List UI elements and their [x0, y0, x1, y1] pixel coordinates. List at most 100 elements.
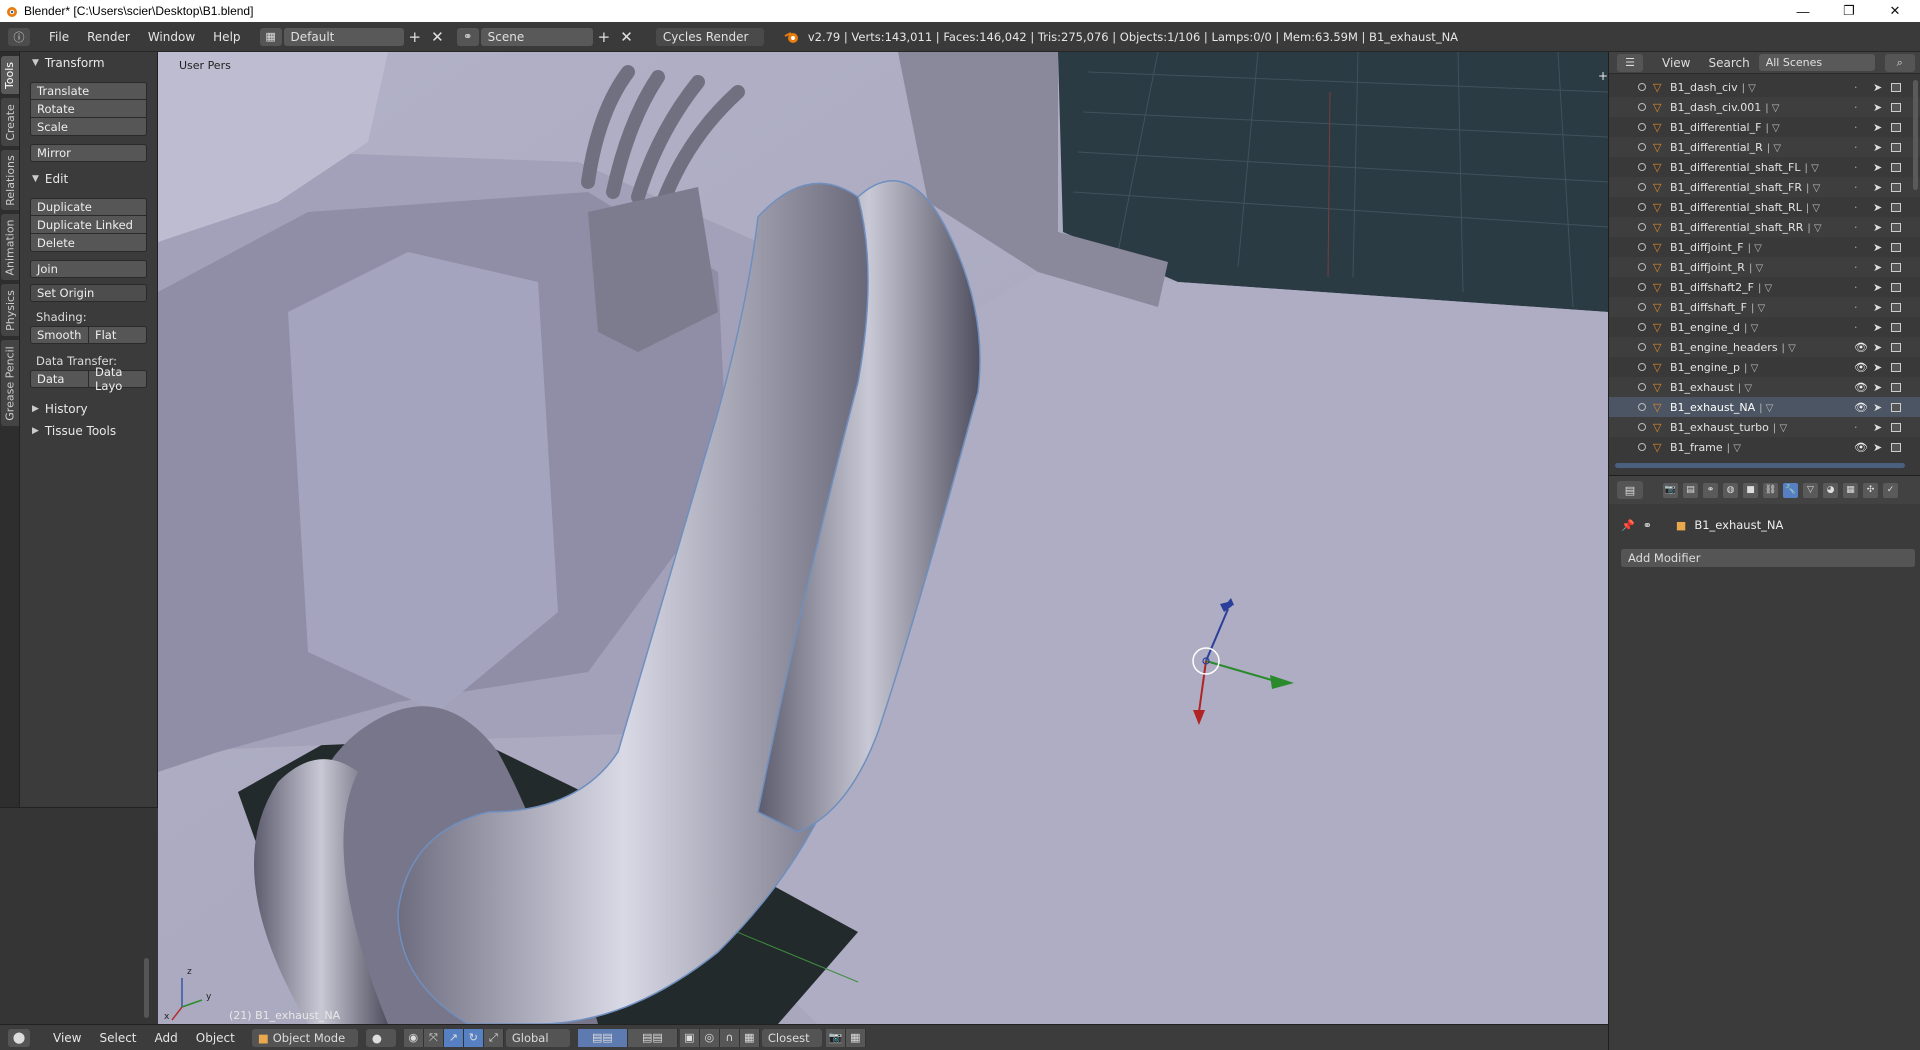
smooth-shading-button[interactable]: Smooth	[30, 326, 89, 344]
outliner-horizontal-scrollbar[interactable]	[1615, 463, 1905, 468]
translate-manipulator-icon[interactable]: ↗	[443, 1028, 464, 1047]
pivot-point-icon[interactable]: ◉	[403, 1028, 424, 1047]
renderability-icon[interactable]	[1891, 302, 1901, 312]
selectability-icon[interactable]: ➤	[1873, 401, 1882, 414]
join-button[interactable]: Join	[30, 260, 147, 278]
selectability-icon[interactable]: ➤	[1873, 381, 1882, 394]
selectability-icon[interactable]: ➤	[1873, 121, 1882, 134]
render-engine-select[interactable]: Cycles Render	[655, 27, 764, 46]
renderability-icon[interactable]	[1891, 122, 1901, 132]
menu-render[interactable]: Render	[78, 30, 139, 44]
visibility-icon[interactable]: ·	[1854, 261, 1858, 274]
selectability-icon[interactable]: ➤	[1873, 341, 1882, 354]
selectability-icon[interactable]: ➤	[1873, 421, 1882, 434]
outliner-row[interactable]: ▽ B1_frame | ▽ 👁 ➤	[1609, 437, 1920, 457]
manipulator-toggle-icon[interactable]: ⤧	[423, 1028, 444, 1047]
constraints-tab-icon[interactable]: ⛓	[1763, 482, 1778, 498]
render-opengl-icon[interactable]: 📷	[825, 1028, 846, 1047]
visibility-icon[interactable]: ·	[1854, 161, 1858, 174]
rotate-manipulator-icon[interactable]: ↻	[463, 1028, 484, 1047]
renderability-icon[interactable]	[1891, 402, 1901, 412]
eye-icon[interactable]: 👁	[1854, 381, 1868, 394]
scene-field[interactable]: Scene	[480, 27, 593, 46]
delete-screen-button[interactable]: ✕	[426, 28, 449, 46]
outliner-row[interactable]: ▽ B1_differential_F | ▽ · ➤	[1609, 117, 1920, 137]
renderability-icon[interactable]	[1891, 242, 1901, 252]
renderability-icon[interactable]	[1891, 82, 1901, 92]
scale-button[interactable]: Scale	[30, 118, 147, 136]
delete-button[interactable]: Delete	[30, 234, 147, 252]
renderability-icon[interactable]	[1891, 322, 1901, 332]
visibility-icon[interactable]: ·	[1854, 141, 1858, 154]
snap-element-icon[interactable]: ▦	[739, 1028, 760, 1047]
screen-layout-icon[interactable]: ▦	[259, 27, 282, 46]
viewport-expand-icon[interactable]: +	[1598, 69, 1608, 83]
data-layout-button[interactable]: Data Layo	[89, 365, 147, 393]
flat-shading-button[interactable]: Flat	[89, 326, 147, 344]
render-animation-icon[interactable]: ▦	[845, 1028, 866, 1047]
selectability-icon[interactable]: ➤	[1873, 101, 1882, 114]
selectability-icon[interactable]: ➤	[1873, 141, 1882, 154]
render-layers-tab-icon[interactable]: ▤	[1683, 482, 1698, 498]
outliner-row[interactable]: ▽ B1_differential_R | ▽ · ➤	[1609, 137, 1920, 157]
selectability-icon[interactable]: ➤	[1873, 261, 1882, 274]
scene-tab-icon[interactable]: ⚭	[1703, 482, 1718, 498]
edit-panel-header[interactable]: ▼ Edit	[20, 168, 157, 190]
selectability-icon[interactable]: ➤	[1873, 361, 1882, 374]
visibility-icon[interactable]: ·	[1854, 301, 1858, 314]
editor-type-icon[interactable]: ⬤	[8, 1028, 30, 1047]
renderability-icon[interactable]	[1891, 202, 1901, 212]
outliner-row[interactable]: ▽ B1_differential_shaft_FL | ▽ · ➤	[1609, 157, 1920, 177]
layers-group-2-icon[interactable]: ▤▤	[627, 1028, 678, 1047]
history-panel-header[interactable]: ▶ History	[20, 398, 157, 420]
outliner-row[interactable]: ▽ B1_differential_shaft_RR | ▽ · ➤	[1609, 217, 1920, 237]
renderability-icon[interactable]	[1891, 282, 1901, 292]
visibility-icon[interactable]: ·	[1854, 321, 1858, 334]
screen-layout-field[interactable]: Default	[283, 27, 404, 46]
outliner-vertical-scrollbar[interactable]	[1913, 80, 1918, 190]
delete-scene-button[interactable]: ✕	[615, 28, 638, 46]
outliner-row[interactable]: ▽ B1_engine_p | ▽ 👁 ➤	[1609, 357, 1920, 377]
selectability-icon[interactable]: ➤	[1873, 181, 1882, 194]
renderability-icon[interactable]	[1891, 382, 1901, 392]
selectability-icon[interactable]: ➤	[1873, 441, 1882, 454]
render-tab-icon[interactable]: 📷	[1663, 482, 1678, 498]
texture-tab-icon[interactable]: ▦	[1843, 482, 1858, 498]
selectability-icon[interactable]: ➤	[1873, 81, 1882, 94]
outliner-row[interactable]: ▽ B1_diffshaft_F | ▽ · ➤	[1609, 297, 1920, 317]
menu-object[interactable]: Object	[187, 1031, 244, 1045]
world-tab-icon[interactable]: ◍	[1723, 482, 1738, 498]
outliner-row[interactable]: ▽ B1_differential_shaft_RL | ▽ · ➤	[1609, 197, 1920, 217]
info-editor-type-icon[interactable]: ⓘ	[8, 27, 30, 46]
tab-grease-pencil[interactable]: Grease Pencil	[1, 340, 19, 426]
3d-viewport[interactable]: + User Pers (21) B1_exhaust_NA z y x	[158, 52, 1608, 1024]
outliner-editor-icon[interactable]: ☰	[1617, 53, 1643, 72]
outliner-row[interactable]: ▽ B1_diffshaft2_F | ▽ · ➤	[1609, 277, 1920, 297]
close-window-button[interactable]: ✕	[1872, 0, 1918, 22]
orientation-select[interactable]: Global	[505, 1028, 570, 1047]
object-tab-icon[interactable]: ■	[1743, 482, 1758, 498]
tab-relations[interactable]: Relations	[1, 150, 19, 210]
outliner-row[interactable]: ▽ B1_dash_civ.001 | ▽ · ➤	[1609, 97, 1920, 117]
selectability-icon[interactable]: ➤	[1873, 221, 1882, 234]
visibility-icon[interactable]: ·	[1854, 241, 1858, 254]
visibility-icon[interactable]: ·	[1854, 201, 1858, 214]
outliner-row[interactable]: ▽ B1_exhaust | ▽ 👁 ➤	[1609, 377, 1920, 397]
physics-tab-icon[interactable]: ✓	[1883, 482, 1898, 498]
minimize-button[interactable]: —	[1780, 0, 1826, 22]
renderability-icon[interactable]	[1891, 142, 1901, 152]
outliner-row[interactable]: ▽ B1_exhaust_turbo | ▽ · ➤	[1609, 417, 1920, 437]
renderability-icon[interactable]	[1891, 442, 1901, 452]
operator-scrollbar[interactable]	[144, 958, 149, 1018]
visibility-icon[interactable]: ·	[1854, 221, 1858, 234]
modifiers-tab-icon[interactable]: 🔧	[1783, 482, 1798, 498]
tab-animation[interactable]: Animation	[1, 214, 19, 280]
tab-physics[interactable]: Physics	[1, 284, 19, 336]
eye-icon[interactable]: 👁	[1854, 441, 1868, 454]
add-modifier-select[interactable]: Add Modifier	[1621, 549, 1915, 567]
selectability-icon[interactable]: ➤	[1873, 161, 1882, 174]
renderability-icon[interactable]	[1891, 222, 1901, 232]
pin-icon[interactable]: 📌	[1621, 519, 1635, 532]
set-origin-select[interactable]: Set Origin	[30, 284, 147, 302]
data-transfer-button[interactable]: Data	[30, 370, 89, 388]
